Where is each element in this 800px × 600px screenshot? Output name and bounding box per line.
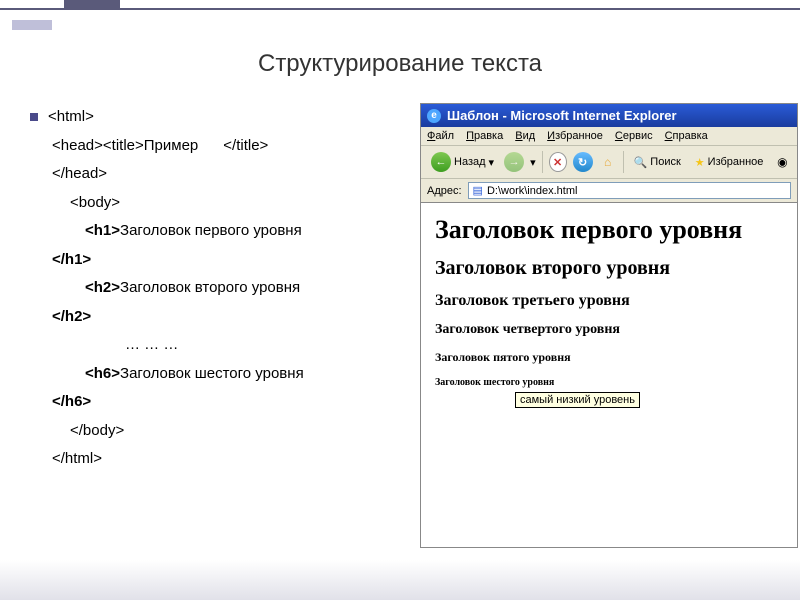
- heading-4: Заголовок четвертого уровня: [435, 322, 783, 338]
- code-text: </h6>: [52, 393, 91, 410]
- heading-6: Заголовок шестого уровня: [435, 377, 783, 388]
- window-title: Шаблон - Microsoft Internet Explorer: [447, 108, 677, 123]
- dropdown-icon: ▾: [489, 156, 495, 169]
- favorites-button[interactable]: ★ Избранное: [691, 154, 768, 171]
- tooltip: самый низкий уровень: [515, 392, 640, 408]
- address-label: Адрес:: [427, 185, 462, 197]
- code-text: <body>: [30, 189, 400, 218]
- refresh-button[interactable]: ↻: [573, 152, 593, 172]
- more-icon[interactable]: ◉: [773, 153, 791, 171]
- menu-view[interactable]: Вид: [515, 130, 535, 142]
- menu-help[interactable]: Справка: [665, 130, 708, 142]
- forward-button[interactable]: →: [504, 152, 524, 172]
- address-bar: Адрес: ▤ D:\work\index.html: [421, 179, 797, 203]
- heading-3: Заголовок третьего уровня: [435, 292, 783, 310]
- code-text: <h1>: [85, 222, 120, 239]
- home-button[interactable]: ⌂: [599, 153, 617, 171]
- menu-favorites[interactable]: Избранное: [547, 130, 603, 142]
- separator: [542, 151, 543, 173]
- stop-button[interactable]: ✕: [549, 153, 567, 171]
- menu-edit[interactable]: Правка: [466, 130, 503, 142]
- heading-5: Заголовок пятого уровня: [435, 350, 783, 365]
- dropdown-icon: ▾: [530, 156, 536, 169]
- code-text: </h1>: [52, 251, 91, 268]
- search-icon: 🔍: [634, 156, 648, 169]
- code-text: <head><title>Пример: [52, 137, 198, 154]
- code-text: </body>: [30, 417, 400, 446]
- code-text: </head>: [30, 160, 400, 189]
- search-label: Поиск: [650, 156, 680, 168]
- code-text: <html>: [48, 108, 94, 125]
- menubar: Файл Правка Вид Избранное Сервис Справка: [421, 127, 797, 146]
- content-row: <html> <head><title>Пример </title> </he…: [0, 103, 800, 548]
- back-icon: ←: [431, 152, 451, 172]
- code-text: </html>: [30, 445, 400, 474]
- favs-label: Избранное: [708, 156, 764, 168]
- code-text: Заголовок шестого уровня: [120, 365, 304, 382]
- decorative-band: [0, 0, 800, 10]
- ie-icon: e: [427, 109, 441, 123]
- code-text: Заголовок второго уровня: [120, 279, 300, 296]
- titlebar: e Шаблон - Microsoft Internet Explorer: [421, 104, 797, 127]
- star-icon: ★: [695, 156, 705, 169]
- code-text: <h6>: [85, 365, 120, 382]
- code-example: <html> <head><title>Пример </title> </he…: [30, 103, 400, 548]
- code-text: </title>: [223, 137, 268, 154]
- address-input[interactable]: ▤ D:\work\index.html: [468, 182, 792, 199]
- menu-file[interactable]: Файл: [427, 130, 454, 142]
- search-button[interactable]: 🔍 Поиск: [630, 154, 685, 171]
- heading-2: Заголовок второго уровня: [435, 257, 783, 280]
- back-label: Назад: [454, 156, 486, 168]
- bullet-icon: [30, 113, 38, 121]
- html-file-icon: ▤: [473, 184, 483, 197]
- page-viewport: Заголовок первого уровня Заголовок второ…: [421, 203, 797, 547]
- heading-1: Заголовок первого уровня: [435, 215, 783, 245]
- code-text: <h2>: [85, 279, 120, 296]
- browser-window: e Шаблон - Microsoft Internet Explorer Ф…: [420, 103, 798, 548]
- code-text: </h2>: [52, 308, 91, 325]
- code-text: Заголовок первого уровня: [120, 222, 302, 239]
- code-text: … … …: [30, 331, 400, 360]
- back-button[interactable]: ← Назад ▾: [427, 150, 498, 174]
- address-value: D:\work\index.html: [487, 185, 577, 197]
- separator: [623, 151, 624, 173]
- menu-tools[interactable]: Сервис: [615, 130, 653, 142]
- toolbar: ← Назад ▾ → ▾ ✕ ↻ ⌂ 🔍 Поиск ★ Избранное …: [421, 146, 797, 179]
- slide-title: Структурирование текста: [0, 50, 800, 78]
- decorative-shade: [0, 560, 800, 600]
